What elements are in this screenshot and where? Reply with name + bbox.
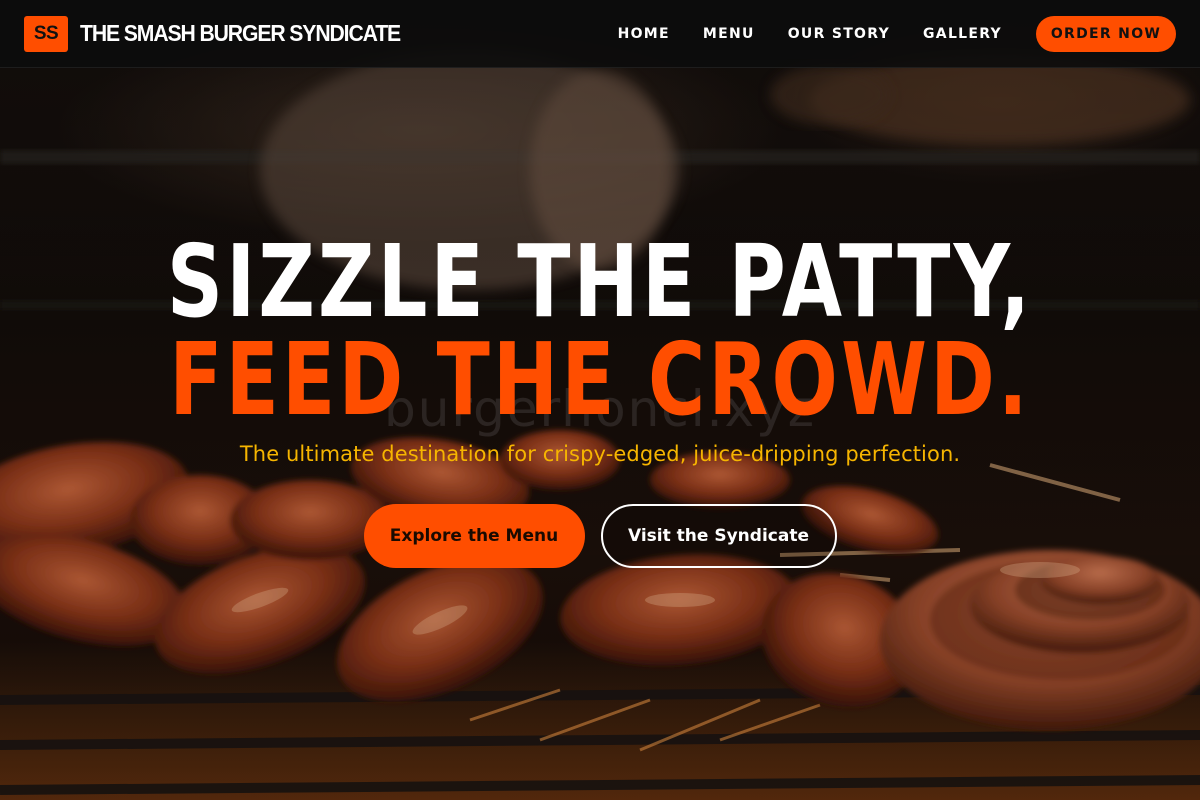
visit-syndicate-button[interactable]: Visit the Syndicate (600, 504, 837, 568)
nav-item-gallery[interactable]: GALLERY (923, 26, 1002, 42)
main-nav: HOME MENU OUR STORY GALLERY (618, 26, 1002, 42)
brand-name[interactable]: THE SMASH BURGER SYNDICATE (80, 20, 401, 47)
top-navbar: SS THE SMASH BURGER SYNDICATE HOME MENU … (0, 0, 1200, 68)
headline-line-2: FEED THE CROWD. (169, 321, 1031, 438)
hero-section: SIZZLE THE PATTY, burgerhoncl.xyz FEED T… (0, 0, 1200, 800)
order-now-button[interactable]: ORDER NOW (1036, 15, 1176, 52)
logo-icon[interactable]: SS (24, 15, 68, 52)
headline-line-1: SIZZLE THE PATTY, (166, 223, 1034, 340)
nav-item-our-story[interactable]: OUR STORY (788, 26, 890, 42)
hero-subheadline: The ultimate destination for crispy-edge… (239, 442, 961, 466)
nav-item-home[interactable]: HOME (618, 26, 670, 42)
explore-menu-button[interactable]: Explore the Menu (363, 504, 585, 568)
hero-cta-group: Explore the Menu Visit the Syndicate (0, 504, 1200, 568)
nav-item-menu[interactable]: MENU (703, 26, 755, 42)
brand[interactable]: SS THE SMASH BURGER SYNDICATE (24, 15, 428, 52)
